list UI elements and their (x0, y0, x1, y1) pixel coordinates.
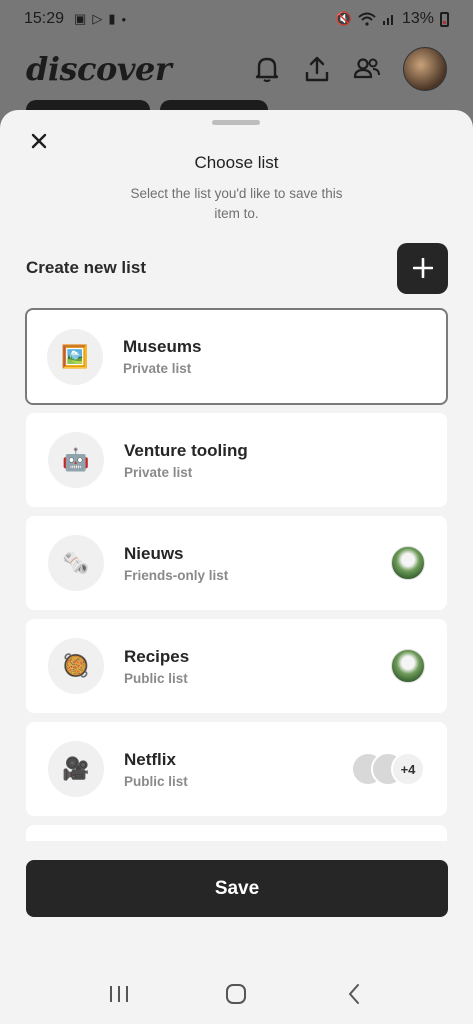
list-name: Recipes (124, 646, 190, 666)
bell-icon[interactable] (253, 55, 281, 83)
sheet-title: Choose list (194, 153, 279, 172)
list-privacy: Public list (124, 670, 188, 686)
home-icon (226, 984, 247, 1004)
list-name: Nieuws (124, 543, 184, 563)
dot-icon: • (121, 11, 127, 27)
recent-apps-icon (109, 986, 128, 1002)
movie-camera-icon: 🎥 (48, 741, 104, 797)
list-item-nieuws[interactable]: 🗞️ Nieuws Friends-only list (26, 516, 447, 610)
list-privacy: Friends-only list (124, 567, 229, 583)
newspaper-icon: 🗞️ (48, 535, 104, 591)
notification-icons: ▣ ▷ ▮ • (74, 11, 126, 27)
friends-icon[interactable] (353, 55, 381, 83)
member-stack: +4 (351, 752, 425, 786)
robot-icon: 🤖 (48, 432, 104, 488)
list-name: Venture tooling (124, 440, 248, 460)
frame-icon: 🖼️ (47, 328, 103, 385)
mute-icon: 🔇 (335, 11, 352, 26)
create-list-row: Create new list (26, 242, 448, 294)
status-time: 15:29 (24, 10, 65, 27)
member-avatar (391, 649, 425, 683)
list-item-netflix[interactable]: 🎥 Netflix Public list +4 (26, 722, 447, 816)
recent-apps-button[interactable] (99, 974, 139, 1014)
share-icon[interactable] (303, 55, 331, 83)
list-privacy: Public list (124, 773, 188, 789)
plus-icon (412, 258, 433, 278)
wifi-icon (358, 12, 376, 26)
list-name: Netflix (124, 749, 176, 769)
list-item-recipes[interactable]: 🥘 Recipes Public list (26, 619, 447, 713)
play-store-icon: ▷ (92, 11, 103, 26)
sheet-subtitle: Select the list you'd like to save this … (130, 186, 343, 221)
close-icon (31, 133, 47, 149)
app-logo: discover (26, 50, 172, 88)
battery-text: 13% (401, 10, 434, 27)
app-header: discover (0, 38, 473, 100)
create-list-label: Create new list (26, 258, 146, 277)
save-button[interactable]: Save (26, 860, 448, 917)
more-members-count: +4 (391, 752, 425, 786)
home-button[interactable] (216, 974, 256, 1014)
avatar[interactable] (403, 47, 447, 91)
member-avatar (391, 546, 425, 580)
status-bar: 15:29 ▣ ▷ ▮ • 🔇 13% (0, 0, 473, 38)
list-privacy: Private list (124, 464, 193, 480)
system-nav-bar (0, 964, 473, 1024)
battery-icon (440, 11, 449, 27)
list-item-venture-tooling[interactable]: 🤖 Venture tooling Private list (26, 413, 447, 507)
signal-icon (382, 15, 393, 25)
lists-container: 🖼️ Museums Private list 🤖 Venture toolin… (0, 308, 473, 841)
list-privacy: Private list (123, 361, 192, 376)
header-actions (253, 47, 447, 91)
image-icon: ▣ (74, 11, 87, 26)
list-item-partial[interactable] (26, 825, 447, 841)
back-icon (349, 984, 360, 1004)
status-right: 🔇 13% (336, 10, 449, 28)
pan-food-icon: 🥘 (48, 638, 104, 694)
list-name: Museums (123, 337, 202, 356)
list-item-museums[interactable]: 🖼️ Museums Private list (25, 308, 448, 405)
battery-alert-icon: ▮ (108, 11, 116, 26)
choose-list-sheet: Choose list Select the list you'd like t… (0, 110, 473, 964)
create-list-button[interactable] (397, 242, 448, 294)
drag-handle[interactable] (212, 120, 260, 125)
back-button[interactable] (334, 974, 374, 1014)
